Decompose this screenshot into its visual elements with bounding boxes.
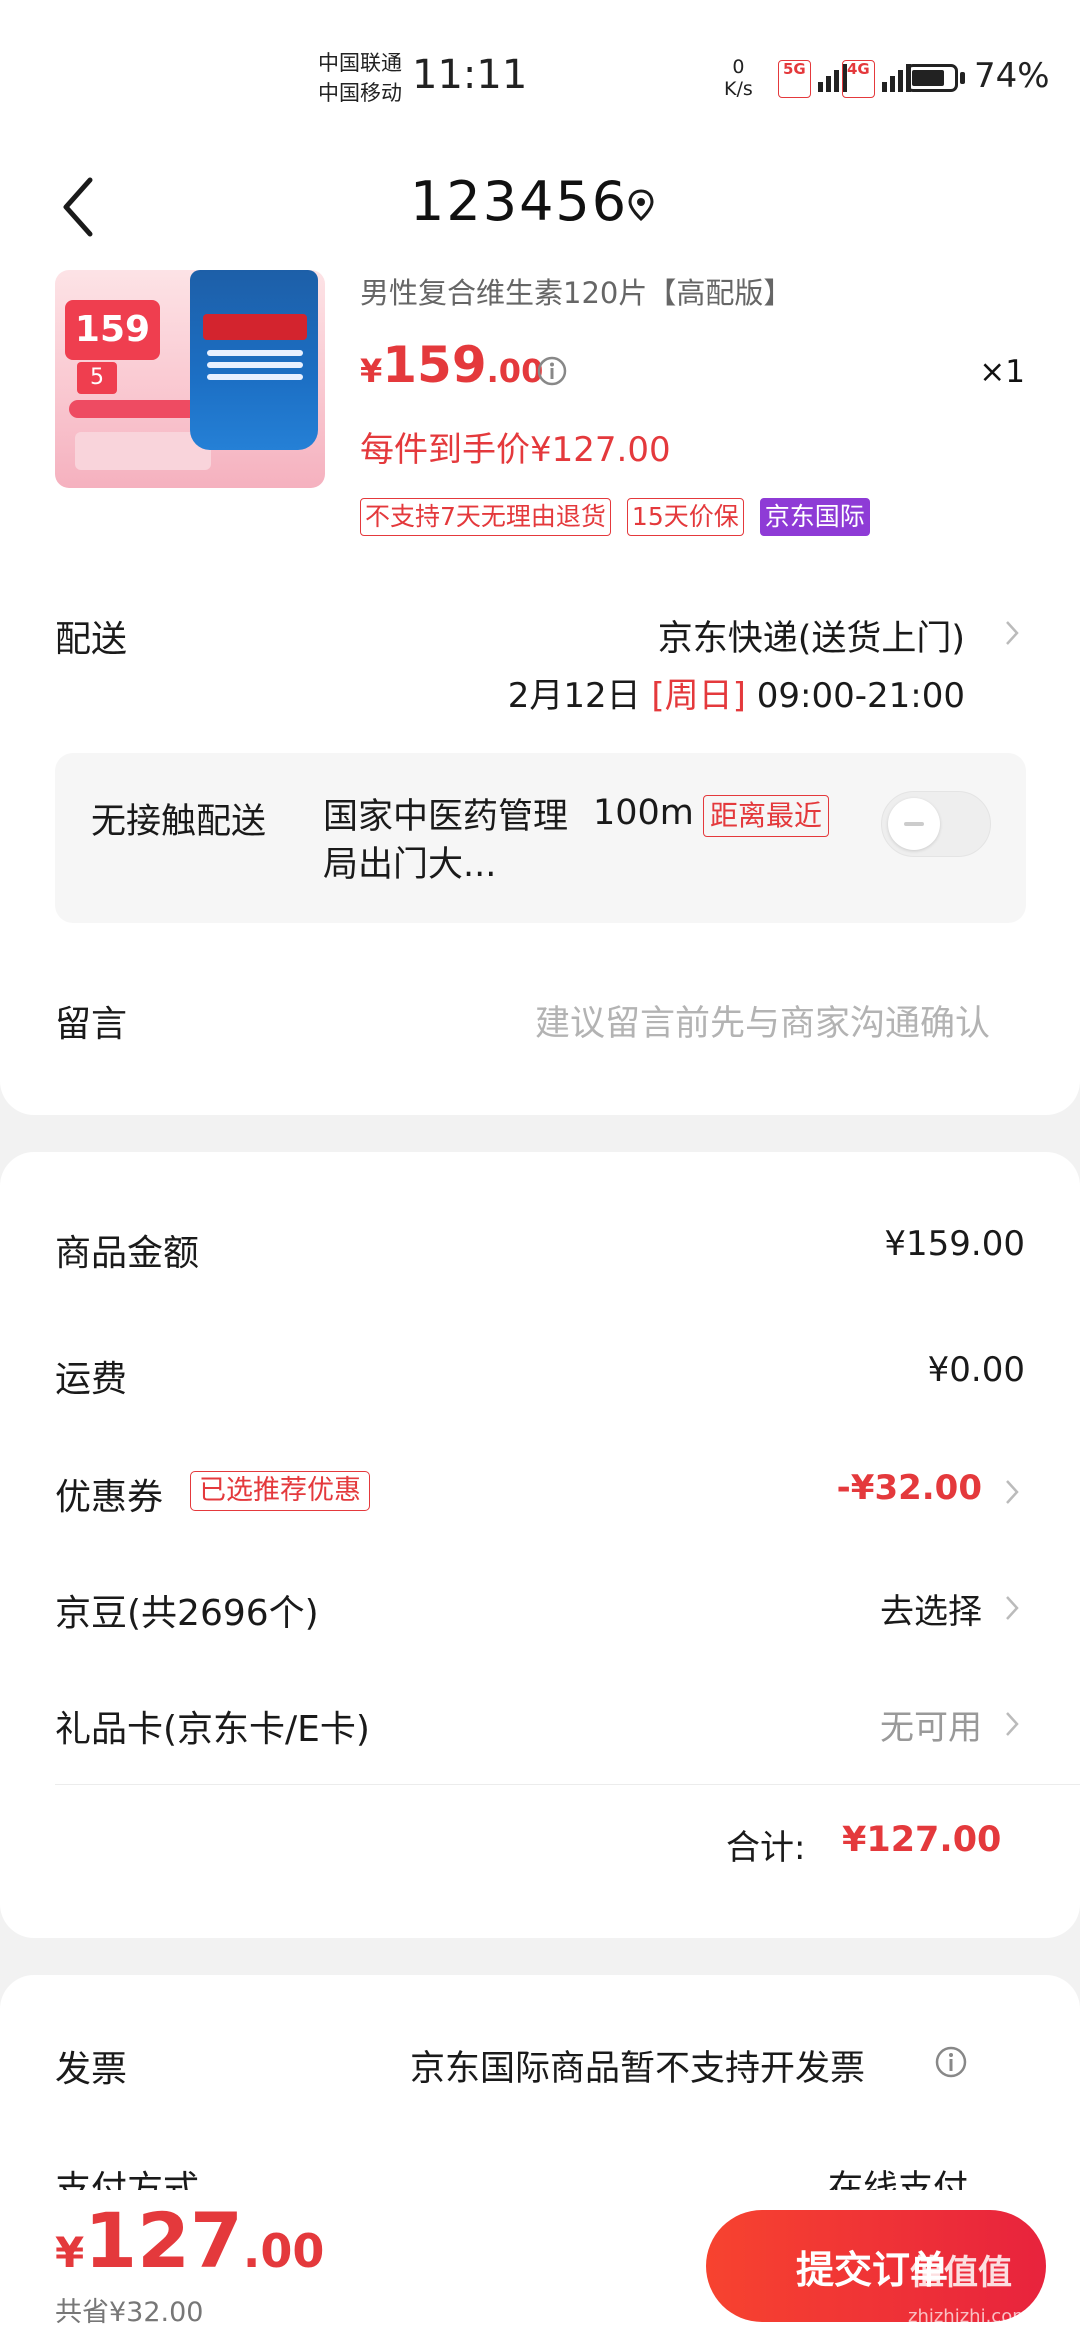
message-input[interactable]: 建议留言前先与商家沟通确认	[535, 995, 990, 1046]
pickup-distance: 100m	[593, 793, 694, 833]
header: 123456	[0, 140, 1080, 270]
coupon-label: 优惠券	[55, 1477, 164, 1518]
bottom-yen: ¥	[55, 2228, 85, 2277]
jd-beans-label: 京豆(共2696个)	[55, 1593, 319, 1634]
product-price: ¥159.00	[360, 336, 543, 394]
price-decimal: .00	[486, 352, 544, 390]
carrier-2: 中国移动	[318, 81, 402, 105]
location-pin-icon[interactable]	[624, 188, 658, 222]
signal-4g-icon: 4G	[842, 60, 911, 98]
order-confirm-page: 中国联通 中国移动 11:11 0 K/s 5G 4G 74% 123456 1…	[0, 0, 1080, 2340]
quantity: ×1	[979, 354, 1025, 390]
nearest-badge: 距离最近	[703, 795, 830, 837]
product-title[interactable]: 男性复合维生素120片【高配版】	[360, 270, 792, 312]
delivery-date: 2月12日	[507, 676, 641, 716]
gift-card-value[interactable]: 无可用	[880, 1700, 982, 1749]
beans-chevron-icon[interactable]	[1003, 1593, 1021, 1623]
goods-amount-value: ¥159.00	[884, 1224, 1025, 1264]
tag-no-return: 不支持7天无理由退货	[360, 498, 611, 536]
battery-tip	[960, 72, 965, 84]
delivery-method[interactable]: 京东快递(送货上门)	[658, 610, 965, 661]
invoice-label: 发票	[55, 2049, 128, 2090]
bottom-total-price: ¥127.00	[55, 2196, 324, 2285]
watermark-url: zhizhizhi.com	[908, 2306, 1030, 2327]
signal-4g-tag: 4G	[842, 60, 875, 98]
delivery-label: 配送	[55, 619, 128, 660]
contactless-label: 无接触配送	[91, 802, 267, 842]
price-summary-card: 商品金额 ¥159.00 运费 ¥0.00 优惠券 已选推荐优惠 -¥32.00…	[0, 1152, 1080, 1938]
delivery-weekday: [周日]	[651, 676, 746, 716]
battery-icon	[906, 64, 958, 92]
delivery-time-range: 09:00-21:00	[756, 676, 965, 716]
contactless-delivery: 无接触配送 国家中医药管理局出门大... 100m 距离最近	[55, 753, 1026, 923]
coupon-badge: 已选推荐优惠	[190, 1471, 370, 1511]
tag-jd-international: 京东国际	[759, 498, 870, 536]
message-label: 留言	[55, 1004, 128, 1045]
pickup-place[interactable]: 国家中医药管理局出门大...	[323, 793, 573, 889]
divider	[55, 1784, 1080, 1785]
invoice-text: 京东国际商品暂不支持开发票	[410, 2049, 866, 2089]
coupon-chevron-icon[interactable]	[1003, 1477, 1021, 1507]
delivery-time[interactable]: 2月12日 [周日] 09:00-21:00	[508, 668, 965, 717]
bottom-price-dec: .00	[242, 2224, 325, 2278]
status-time: 11:11	[412, 52, 528, 98]
info-icon[interactable]	[934, 2045, 968, 2079]
carrier-1: 中国联通	[318, 51, 402, 75]
network-speed: 0 K/s	[724, 56, 753, 100]
final-price: 每件到手价¥127.00	[360, 430, 671, 470]
net-speed-unit: K/s	[724, 78, 753, 100]
coupon-value[interactable]: -¥32.00	[837, 1468, 982, 1508]
thumb-price-tag: 159	[65, 300, 160, 360]
gift-card-label: 礼品卡(京东卡/E卡)	[55, 1709, 370, 1750]
signal-5g-icon: 5G	[778, 60, 847, 98]
bottle-brand-label	[203, 314, 307, 340]
chevron-left-icon[interactable]	[52, 172, 112, 242]
shipping-label: 运费	[55, 1359, 128, 1400]
thumb-coupon: 5	[77, 362, 117, 394]
shipping-value: ¥0.00	[927, 1350, 1025, 1390]
product-tags: 不支持7天无理由退货 15天价保 京东国际	[360, 498, 870, 536]
info-icon[interactable]	[536, 355, 568, 387]
battery-percent: 74%	[974, 56, 1050, 96]
signal-5g-tag: 5G	[778, 60, 811, 98]
total-label: 合计:	[726, 1828, 806, 1868]
product-thumbnail[interactable]: 159 5	[55, 270, 325, 488]
giftcard-chevron-icon[interactable]	[1003, 1709, 1021, 1739]
bottle-text	[207, 350, 303, 400]
tag-price-protect: 15天价保	[626, 498, 744, 536]
chevron-right-icon[interactable]	[1003, 618, 1021, 648]
status-bar: 中国联通 中国移动 11:11 0 K/s 5G 4G 74%	[0, 0, 1080, 140]
saved-amount: 共省¥32.00	[55, 2297, 204, 2328]
contactless-toggle[interactable]	[881, 791, 991, 857]
price-integer: 159	[382, 336, 487, 394]
goods-amount-label: 商品金额	[55, 1233, 200, 1274]
carrier-names: 中国联通 中国移动	[318, 48, 402, 108]
net-speed-value: 0	[732, 56, 745, 78]
total-value: ¥127.00	[842, 1820, 1002, 1860]
watermark-logo: 值值值	[910, 2253, 1012, 2293]
price-yen: ¥	[360, 352, 383, 390]
bottom-price-int: 127	[84, 2196, 243, 2285]
jd-beans-value[interactable]: 去选择	[880, 1584, 982, 1633]
page-title: 123456	[410, 170, 629, 233]
order-info-card: 159 5 男性复合维生素120片【高配版】 ¥159.00 ×1 每件到手价¥…	[0, 270, 1080, 1115]
